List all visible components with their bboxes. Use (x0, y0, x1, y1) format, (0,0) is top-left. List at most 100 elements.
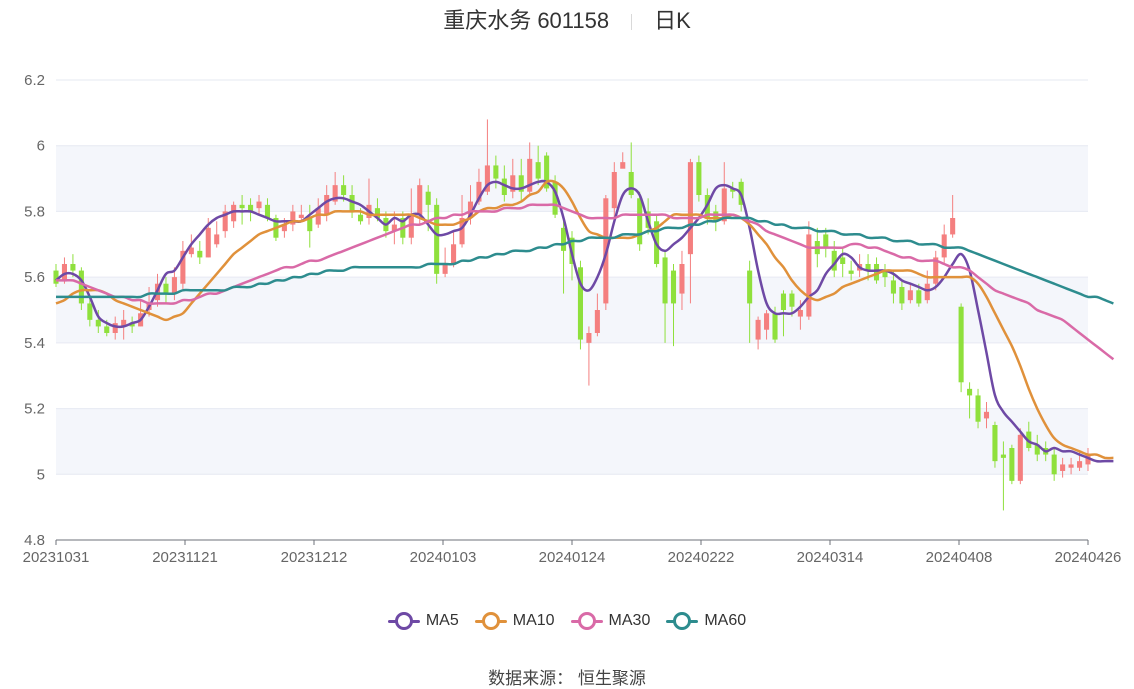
source-label: 数据来源： (488, 669, 574, 688)
legend-marker (570, 612, 603, 630)
data-source: 数据来源： 恒生聚源 (0, 664, 1134, 689)
candle-down (87, 303, 93, 320)
y-tick-label: 5.4 (24, 335, 45, 352)
candle-down (628, 172, 634, 195)
x-tick-label: 20231031 (23, 549, 90, 566)
legend-marker (666, 612, 699, 630)
candle-down (899, 287, 905, 304)
x-tick-label: 20240222 (668, 549, 735, 566)
candle-up (442, 264, 448, 274)
candle-down (780, 293, 787, 310)
candle-down (239, 204, 245, 209)
candle-up (256, 201, 262, 209)
y-tick-label: 5 (37, 466, 45, 483)
candle-up (983, 411, 990, 419)
legend-label: MA5 (425, 612, 459, 629)
candle-up (324, 195, 330, 215)
candle-up (764, 313, 770, 330)
candle-down (341, 185, 347, 195)
candle-up (594, 310, 600, 333)
candle-down (696, 162, 702, 195)
candle-up (620, 162, 626, 169)
candle-down (662, 257, 668, 304)
legend-marker (474, 612, 507, 630)
candle-down (535, 162, 541, 179)
legend-item-ma60[interactable]: MA60 (666, 612, 746, 630)
candle-down (1051, 454, 1057, 475)
candle-down (772, 313, 778, 340)
candle-down (992, 425, 998, 462)
candle-down (163, 283, 169, 294)
candle-down (916, 290, 922, 304)
candle-up (451, 244, 457, 264)
candle-down (789, 293, 795, 307)
candle-down (975, 395, 981, 422)
candle-up (586, 333, 592, 343)
y-tick-label: 5.8 (24, 203, 45, 220)
legend-item-ma30[interactable]: MA30 (570, 612, 651, 630)
legend-item-ma5[interactable]: MA5 (387, 612, 459, 630)
chart-page: 重庆水务 601158 日K 6.2 6 5.8 5.6 5.4 5.2 5 4.8 202310… (0, 0, 1134, 689)
candle-up (171, 277, 177, 294)
candle-up (1077, 461, 1083, 468)
candle-down (561, 227, 567, 251)
candle-down (1009, 448, 1015, 481)
candle-up (611, 172, 617, 209)
candle-down (53, 270, 59, 284)
candle-up (214, 234, 220, 245)
candle-down (958, 306, 964, 383)
candle-up (205, 227, 211, 258)
candle-up (687, 162, 693, 255)
x-tick-label: 20231121 (152, 549, 218, 566)
candle-up (298, 214, 304, 218)
candle-up (417, 185, 423, 215)
source-value: 恒生聚源 (577, 669, 646, 688)
candle-up (679, 264, 685, 294)
candle-down (1000, 454, 1006, 458)
x-tick-label: 20231212 (281, 549, 348, 566)
candle-up (1068, 464, 1074, 468)
candle-down (357, 214, 364, 222)
y-tick-label: 5.2 (24, 401, 45, 418)
candle-down (637, 198, 643, 245)
candle-up (950, 218, 956, 235)
x-tick-label: 20240124 (539, 549, 606, 566)
y-tick-label: 6 (37, 138, 45, 155)
candle-down (747, 270, 753, 304)
candle-up (924, 283, 930, 301)
candle-down (197, 250, 203, 258)
candle-down (823, 234, 829, 248)
candle-up (797, 310, 803, 317)
candle-up (907, 290, 913, 301)
x-tick-label: 20240408 (926, 549, 993, 566)
legend-item-ma10[interactable]: MA10 (474, 612, 555, 630)
legend-label: MA60 (704, 612, 747, 629)
candle-down (95, 319, 101, 327)
candle-down (670, 270, 677, 304)
x-tick-label: 20240314 (797, 549, 864, 566)
grid-band (56, 277, 1088, 343)
candle-down (890, 280, 896, 294)
candle-down (967, 388, 973, 396)
grid-band (56, 408, 1088, 475)
candle-up (755, 319, 761, 340)
x-tick-label: 20240103 (410, 549, 477, 566)
y-tick-label: 5.6 (24, 269, 45, 286)
legend-label: MA10 (512, 612, 555, 629)
legend-marker (387, 612, 420, 630)
y-tick-label: 6.2 (24, 72, 45, 89)
chart-legend: MA5 MA10 MA30 MA60 (0, 612, 1134, 634)
candle-up (1060, 464, 1066, 471)
candle-down (104, 326, 110, 333)
candle-down (848, 270, 854, 274)
candle-down (840, 257, 846, 264)
candle-up (112, 323, 118, 333)
candlestick-chart: 6.2 6 5.8 5.6 5.4 5.2 5 4.820231031 20231121 2023… (23, 72, 1122, 566)
y-tick-label: 4.8 (24, 532, 45, 549)
candle-down (493, 165, 499, 179)
legend-label: MA30 (608, 612, 651, 629)
candle-down (425, 191, 431, 205)
candle-down (78, 270, 84, 304)
candle-down (70, 264, 76, 271)
x-tick-label: 20240426 (1055, 549, 1122, 566)
